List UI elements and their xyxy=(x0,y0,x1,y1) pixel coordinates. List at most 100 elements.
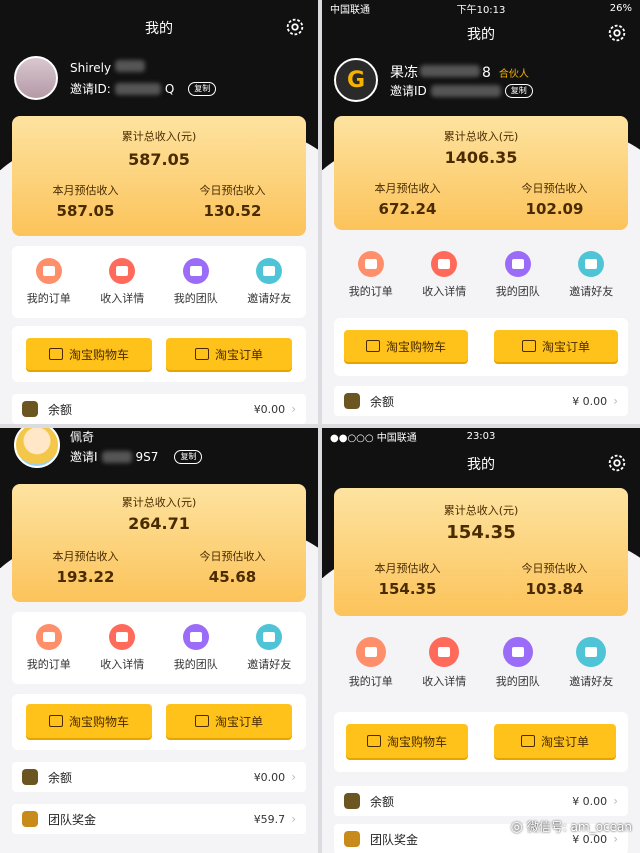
team-bonus-icon xyxy=(22,811,38,827)
screenshot-panel-1: 我的 Shirely 邀请ID: Q 复制 累计总收入(元) 587.05 本月预… xyxy=(0,0,318,424)
menu-item-income[interactable]: 收入详情 xyxy=(86,246,160,318)
cart-icon xyxy=(366,735,381,747)
menu-item-invite[interactable]: 邀请好友 xyxy=(233,612,307,684)
menu-item-invite[interactable]: 邀请好友 xyxy=(555,240,629,310)
total-income-value: 154.35 xyxy=(446,522,516,543)
total-income-label: 累计总收入(元) xyxy=(443,504,519,517)
total-income-label: 累计总收入(元) xyxy=(121,130,197,143)
total-income-value: 1406.35 xyxy=(444,148,518,167)
menu-item-team[interactable]: 我的团队 xyxy=(481,240,555,310)
taobao-order-button[interactable]: 淘宝订单 xyxy=(494,330,618,362)
total-income-value: 587.05 xyxy=(128,150,190,169)
balance-icon xyxy=(344,793,360,809)
list-item-balance[interactable]: 余额 ¥0.00 › xyxy=(12,394,306,424)
month-income: 本月预估收入 154.35 xyxy=(374,562,441,598)
menu-item-team[interactable]: 我的团队 xyxy=(159,246,233,318)
menu-item-income[interactable]: 收入详情 xyxy=(408,240,482,310)
gift-icon xyxy=(576,637,607,667)
chevron-right-icon: › xyxy=(291,402,296,416)
grid-divider-horizontal xyxy=(0,424,640,428)
button-row: 淘宝购物车 淘宝订单 xyxy=(12,694,306,750)
balance-icon xyxy=(22,769,38,785)
income-icon xyxy=(429,637,460,667)
username: 佩奇 xyxy=(70,430,95,444)
avatar[interactable]: G xyxy=(334,58,378,102)
team-icon xyxy=(502,637,533,667)
chevron-right-icon: › xyxy=(613,394,618,408)
list-item-balance[interactable]: 余额 ¥0.00 › xyxy=(12,762,306,792)
screenshot-panel-2: 中国联通 下午10:13 26% 我的 G 果冻 8 合伙人 邀请ID 复制 累计总… xyxy=(322,0,640,424)
order-icon xyxy=(194,348,209,360)
earnings-card: 累计总收入(元) 1406.35 本月预估收入 672.24 今日预估收入 102.… xyxy=(334,116,628,230)
list-item-balance[interactable]: 余额 ¥ 0.00 › xyxy=(334,786,628,816)
menu-grid: 我的订单 收入详情 我的团队 邀请好友 xyxy=(334,626,628,700)
taobao-order-button[interactable]: 淘宝订单 xyxy=(166,338,292,370)
wechat-icon: ◎ xyxy=(510,818,523,835)
status-bar: ●●○○○ 中国联通 23:03 xyxy=(330,430,496,444)
button-row: 淘宝购物车 淘宝订单 xyxy=(12,326,306,382)
screenshot-panel-4: ●●○○○ 中国联通 23:03 我的 累计总收入(元) 154.35 本月预估… xyxy=(322,428,640,853)
menu-item-invite[interactable]: 邀请好友 xyxy=(555,626,629,700)
menu-item-team[interactable]: 我的团队 xyxy=(159,612,233,684)
taobao-order-button[interactable]: 淘宝订单 xyxy=(494,724,616,758)
orders-icon xyxy=(35,624,62,650)
menu-item-orders[interactable]: 我的订单 xyxy=(334,240,408,310)
list-item-team-bonus[interactable]: 团队奖金 ¥59.7 › xyxy=(12,804,306,834)
list-item-balance[interactable]: 余额 ¥ 0.00 › xyxy=(334,386,628,416)
earnings-card: 累计总收入(元) 154.35 本月预估收入 154.35 今日预估收入 103.8… xyxy=(334,488,628,616)
gear-icon[interactable] xyxy=(606,452,628,474)
order-icon xyxy=(194,715,209,727)
month-income: 本月预估收入 672.24 xyxy=(374,182,441,218)
gift-icon xyxy=(256,258,283,284)
month-income: 本月预估收入 193.22 xyxy=(52,550,119,586)
taobao-order-button[interactable]: 淘宝订单 xyxy=(166,704,292,738)
order-icon xyxy=(520,735,535,747)
gear-icon[interactable] xyxy=(606,22,628,44)
menu-item-income[interactable]: 收入详情 xyxy=(86,612,160,684)
wechat-watermark: ◎ 微信号: am_ocean xyxy=(510,818,632,835)
status-bar: 中国联通 下午10:13 26% xyxy=(330,2,632,16)
menu-grid: 我的订单 收入详情 我的团队 邀请好友 xyxy=(12,612,306,684)
cart-icon xyxy=(48,348,63,360)
taobao-cart-button[interactable]: 淘宝购物车 xyxy=(344,330,468,362)
menu-grid: 我的订单 收入详情 我的团队 邀请好友 xyxy=(334,240,628,310)
username: Shirely xyxy=(70,60,145,75)
gear-icon[interactable] xyxy=(284,16,306,38)
orders-icon xyxy=(35,258,62,284)
button-row: 淘宝购物车 淘宝订单 xyxy=(334,318,628,376)
order-icon xyxy=(521,340,536,352)
copy-button[interactable]: 复制 xyxy=(174,449,203,464)
taobao-cart-button[interactable]: 淘宝购物车 xyxy=(26,338,152,370)
team-bonus-icon xyxy=(344,831,360,847)
page-title: 我的 xyxy=(467,27,495,43)
menu-grid: 我的订单 收入详情 我的团队 邀请好友 xyxy=(12,246,306,318)
invite-id: 邀请I 9S7 复制 xyxy=(70,448,203,465)
menu-item-orders[interactable]: 我的订单 xyxy=(334,626,408,700)
page-title: 我的 xyxy=(145,21,173,37)
menu-item-invite[interactable]: 邀请好友 xyxy=(233,246,307,318)
total-income-label: 累计总收入(元) xyxy=(121,496,197,509)
income-icon xyxy=(109,624,136,650)
chevron-right-icon: › xyxy=(291,770,296,784)
button-row: 淘宝购物车 淘宝订单 xyxy=(334,712,628,772)
month-income: 本月预估收入 587.05 xyxy=(52,184,119,220)
menu-item-team[interactable]: 我的团队 xyxy=(481,626,555,700)
invite-id: 邀请ID 复制 xyxy=(390,82,533,99)
balance-icon xyxy=(344,393,360,409)
page-title: 我的 xyxy=(467,457,495,473)
total-income-label: 累计总收入(元) xyxy=(443,130,519,143)
menu-item-orders[interactable]: 我的订单 xyxy=(12,246,86,318)
chevron-right-icon: › xyxy=(613,794,618,808)
username: 果冻 8 合伙人 xyxy=(390,65,529,81)
copy-button[interactable]: 复制 xyxy=(188,81,217,96)
today-income: 今日预估收入 130.52 xyxy=(199,184,266,220)
menu-item-income[interactable]: 收入详情 xyxy=(408,626,482,700)
taobao-cart-button[interactable]: 淘宝购物车 xyxy=(26,704,152,738)
taobao-cart-button[interactable]: 淘宝购物车 xyxy=(346,724,468,758)
cart-icon xyxy=(365,340,380,352)
menu-item-orders[interactable]: 我的订单 xyxy=(12,612,86,684)
avatar[interactable] xyxy=(14,56,58,100)
earnings-card: 累计总收入(元) 264.71 本月预估收入 193.22 今日预估收入 45.68 xyxy=(12,484,306,602)
copy-button[interactable]: 复制 xyxy=(504,83,533,98)
today-income: 今日预估收入 45.68 xyxy=(199,550,266,586)
